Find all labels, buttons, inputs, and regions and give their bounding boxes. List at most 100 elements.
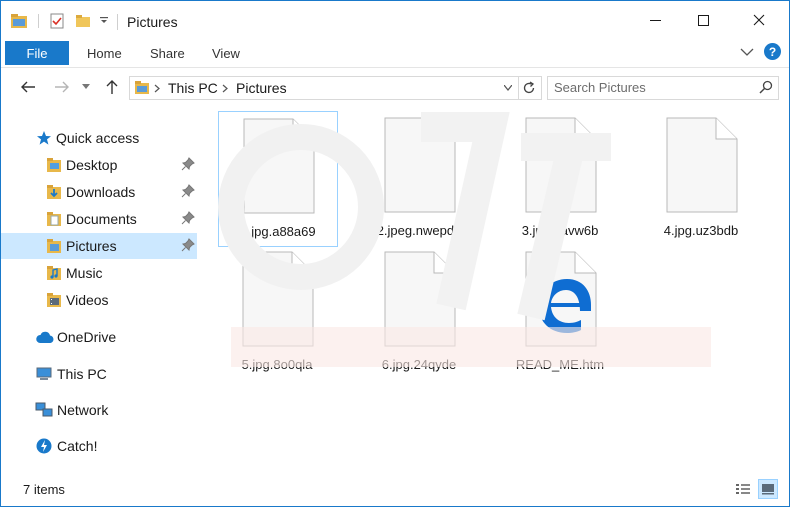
- file-name: READ_ME.htm: [515, 357, 605, 372]
- file-item[interactable]: 2.jpeg.nwepd8: [360, 111, 478, 245]
- star-icon: [35, 129, 53, 147]
- pictures-icon: [45, 237, 63, 255]
- sidebar-item-label: Catch!: [57, 438, 98, 454]
- file-item[interactable]: 4.jpg.uz3bdb: [642, 111, 760, 245]
- desktop-icon: [45, 156, 63, 174]
- sidebar-item-label: Quick access: [56, 130, 140, 146]
- computer-icon: [35, 365, 53, 383]
- cloud-icon: [35, 328, 55, 346]
- item-count: 7 items: [23, 482, 65, 497]
- tab-share[interactable]: Share: [150, 46, 185, 61]
- navigation-pane: Quick access Desktop Downloads Documents: [1, 107, 199, 473]
- details-view-button[interactable]: [733, 479, 753, 499]
- chevron-down-icon: [82, 84, 90, 89]
- file-item[interactable]: 6.jpg.24qyde: [360, 245, 478, 379]
- refresh-button[interactable]: [517, 76, 542, 100]
- sidebar-item-label: Documents: [66, 211, 137, 227]
- expand-ribbon-chevron-icon[interactable]: [740, 47, 754, 57]
- up-arrow-icon: [106, 80, 118, 94]
- window-title: Pictures: [127, 14, 178, 30]
- sidebar-item-catch[interactable]: Catch!: [1, 433, 197, 459]
- file-item[interactable]: READ_ME.htm: [501, 245, 619, 379]
- large-icons-view-icon: [762, 484, 774, 495]
- pin-icon[interactable]: [181, 238, 195, 252]
- close-button[interactable]: [735, 1, 783, 39]
- sidebar-item-label: Network: [57, 402, 109, 418]
- status-bar: 7 items: [1, 473, 789, 506]
- forward-button[interactable]: [51, 77, 73, 97]
- sidebar-item-downloads[interactable]: Downloads: [1, 179, 197, 205]
- close-icon: [753, 14, 765, 26]
- pictures-folder-icon: [135, 81, 149, 94]
- file-item[interactable]: 1.jpg.a88a69: [218, 111, 338, 247]
- minimize-icon: [649, 19, 661, 21]
- minimize-button[interactable]: [631, 1, 679, 39]
- generic-file-icon: [384, 117, 456, 213]
- large-icons-view-button[interactable]: [758, 479, 778, 499]
- sidebar-item-videos[interactable]: Videos: [1, 287, 197, 313]
- sidebar-item-documents[interactable]: Documents: [1, 206, 197, 232]
- sidebar-item-pictures[interactable]: Pictures: [1, 233, 197, 259]
- file-item[interactable]: 3.jpg.havw6b: [501, 111, 619, 245]
- search-icon[interactable]: [759, 80, 773, 94]
- sidebar-item-desktop[interactable]: Desktop: [1, 152, 197, 178]
- pin-icon[interactable]: [181, 184, 195, 198]
- sidebar-item-label: Desktop: [66, 157, 118, 173]
- file-name: 1.jpg.a88a69: [240, 224, 316, 239]
- file-name: 2.jpeg.nwepd8: [376, 223, 462, 238]
- back-button[interactable]: [17, 77, 39, 97]
- file-name: 6.jpg.24qyde: [381, 357, 457, 372]
- breadcrumb-this-pc[interactable]: This PC: [168, 80, 218, 96]
- title-divider: [117, 14, 118, 30]
- videos-icon: [45, 291, 63, 309]
- breadcrumb-chevron-icon[interactable]: [222, 84, 228, 93]
- file-item[interactable]: 5.jpg.8o0qla: [218, 245, 336, 379]
- up-button[interactable]: [101, 77, 123, 97]
- tab-file[interactable]: File: [5, 41, 69, 65]
- sidebar-item-music[interactable]: Music: [1, 260, 197, 286]
- generic-file-icon: [242, 251, 314, 347]
- sidebar-item-label: OneDrive: [57, 329, 117, 345]
- forward-arrow-icon: [55, 81, 69, 93]
- pin-icon[interactable]: [181, 211, 195, 225]
- details-view-icon: [736, 484, 750, 494]
- sidebar-item-label: Pictures: [66, 238, 117, 254]
- documents-icon: [45, 210, 63, 228]
- sidebar-item-label: This PC: [57, 366, 107, 382]
- generic-file-icon: [666, 117, 738, 213]
- breadcrumb-chevron-icon[interactable]: [154, 84, 160, 93]
- search-input[interactable]: [554, 79, 744, 96]
- new-folder-icon[interactable]: [73, 11, 93, 31]
- title-bar: Pictures: [1, 1, 789, 39]
- maximize-icon: [697, 14, 709, 26]
- qa-divider: [35, 11, 41, 31]
- properties-icon[interactable]: [47, 11, 67, 31]
- sidebar-item-label: Music: [66, 265, 103, 281]
- breadcrumb-pictures[interactable]: Pictures: [236, 80, 287, 96]
- file-list: 1.jpg.a88a69 2.jpeg.nwepd8 3.jpg.havw6b …: [201, 107, 789, 473]
- back-arrow-icon: [21, 81, 35, 93]
- music-icon: [45, 264, 63, 282]
- sidebar-item-network[interactable]: Network: [1, 397, 197, 423]
- tab-home[interactable]: Home: [87, 46, 122, 61]
- explorer-window: Pictures File Home Share View ? This PC …: [0, 0, 790, 507]
- recent-locations-button[interactable]: [79, 77, 93, 97]
- tab-view[interactable]: View: [212, 46, 240, 61]
- maximize-button[interactable]: [679, 1, 727, 39]
- sidebar-item-label: Videos: [66, 292, 109, 308]
- sidebar-item-this-pc[interactable]: This PC: [1, 361, 197, 387]
- customize-qa-dropdown-icon[interactable]: [97, 11, 111, 31]
- address-dropdown-icon[interactable]: [504, 85, 512, 91]
- refresh-icon: [523, 81, 535, 94]
- pin-icon[interactable]: [181, 157, 195, 171]
- file-name: 3.jpg.havw6b: [521, 223, 599, 238]
- file-name: 5.jpg.8o0qla: [241, 357, 313, 372]
- search-box[interactable]: [547, 76, 779, 100]
- sidebar-item-onedrive[interactable]: OneDrive: [1, 324, 197, 350]
- network-icon: [35, 401, 53, 419]
- file-name: 4.jpg.uz3bdb: [663, 223, 739, 238]
- address-bar[interactable]: This PC Pictures: [129, 76, 519, 100]
- sidebar-item-quick-access[interactable]: Quick access: [1, 125, 197, 151]
- explorer-folder-icon[interactable]: [9, 11, 29, 31]
- help-button[interactable]: ?: [764, 43, 781, 60]
